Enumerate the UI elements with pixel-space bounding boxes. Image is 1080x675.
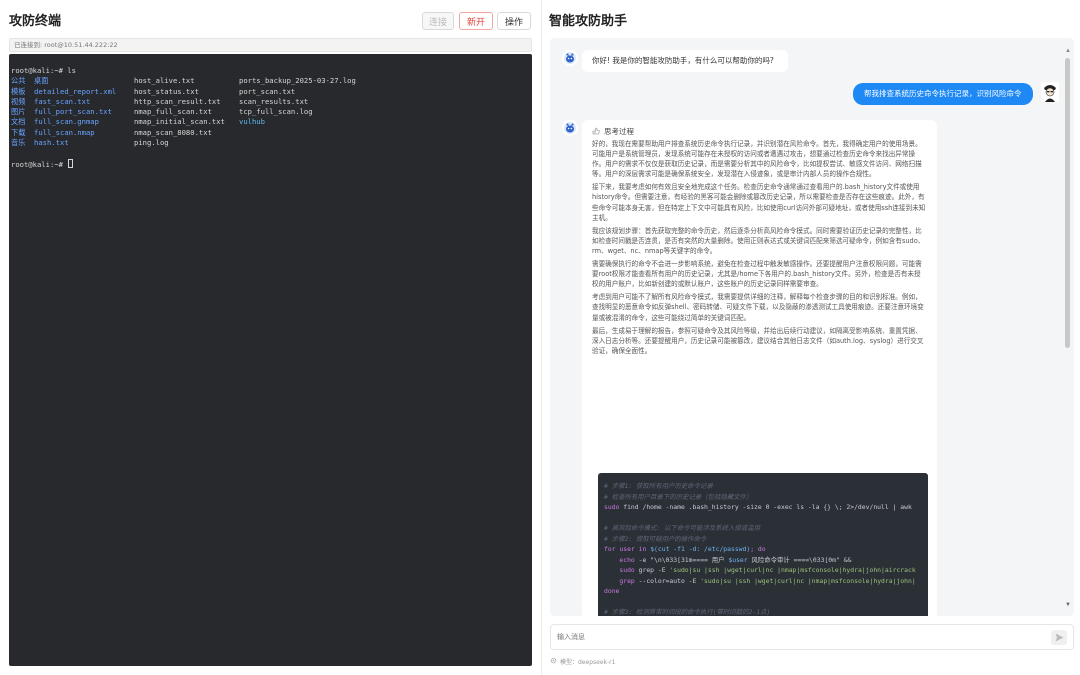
code-line: # 高风险命令模式: 以下命令可能涉及系统入侵或滥用 bbox=[604, 524, 760, 532]
ls-output-row: 模板 detailed_report.xml host_status.txt por… bbox=[11, 87, 532, 97]
scroll-thumb[interactable] bbox=[1065, 58, 1070, 348]
new-session-button[interactable]: 新开 bbox=[459, 12, 493, 30]
ls-entry: 公共 桌面 bbox=[11, 76, 49, 86]
ls-entry: 音乐 hash.txt bbox=[11, 138, 69, 148]
ls-output-row: 公共 桌面 host_alive.txt ports_backup_2025-03-… bbox=[11, 76, 532, 86]
chat-history[interactable]: ▲ ▼ 你好! 我是你的智能攻防助手，有什么可以帮助你的吗? 帮我排查系统历史命… bbox=[550, 38, 1074, 616]
code-line: # 步骤1: 获取所有用户历史命令记录 bbox=[604, 482, 713, 490]
thinking-paragraph: 接下来，我要考虑如何有效且安全地完成这个任务。检查历史命令通常通过查看用户的.b… bbox=[592, 183, 926, 222]
send-icon bbox=[1055, 633, 1063, 642]
ls-entry: port_scan.txt bbox=[239, 86, 296, 96]
bot-avatar-icon bbox=[562, 50, 578, 66]
ls-output: 公共 桌面 host_alive.txt ports_backup_2025-03-… bbox=[11, 76, 532, 148]
code-line: # 检查所有用户目录下的历史记录（包括隐藏文件） bbox=[604, 492, 753, 501]
ls-entry: ping.log bbox=[134, 138, 169, 148]
thinking-paragraph: 最后，生成易于理解的报告，参照可疑命令及其风险等级，并给出后续行动建议，如隔离受… bbox=[592, 326, 924, 355]
thinking-icon bbox=[592, 127, 600, 137]
terminal-current-prompt: root@kali:~# bbox=[11, 158, 532, 169]
panel-title: 攻防终端 bbox=[9, 13, 62, 28]
bot-avatar-icon bbox=[562, 120, 578, 136]
message-input-area[interactable] bbox=[550, 624, 1074, 650]
ls-entry: host_status.txt bbox=[134, 86, 199, 96]
code-line: # 步骤2: 提取可疑用户的操作命令 bbox=[604, 534, 707, 543]
ls-entry: ports_backup_2025-03-27.log bbox=[239, 76, 356, 86]
code-line: grep --color=auto -E 'sudo|su |ssh |wget… bbox=[619, 576, 916, 585]
thinking-paragraph: 需要确保执行的命令不会进一步影响系统，避免在检查过程中触发敏感操作。还要提醒用户… bbox=[592, 260, 922, 289]
ls-entry: 模板 detailed_report.xml bbox=[11, 86, 117, 96]
ls-entry: host_alive.txt bbox=[134, 76, 195, 86]
thinking-content: 好的，我现在需要帮助用户排查系统历史命令执行记录，并识别潜在风险命令。首先，我得… bbox=[592, 139, 927, 356]
ls-entry: nmap_scan_8080.txt bbox=[134, 127, 212, 137]
model-label: 模型：deepseek-r1 bbox=[560, 659, 616, 666]
code-line: for user in $(cut -f1 -d: /etc/passwd); … bbox=[604, 545, 766, 553]
code-line: sudo grep -E 'sudo|su |ssh |wget|curl|nc… bbox=[619, 566, 916, 574]
connect-button[interactable]: 连接 bbox=[422, 12, 454, 30]
code-block[interactable]: # 步骤1: 获取所有用户历史命令记录 # 检查所有用户目录下的历史记录（包括隐藏… bbox=[598, 473, 928, 616]
thinking-label: 思考过程 bbox=[604, 127, 634, 136]
scroll-down-icon[interactable]: ▼ bbox=[1065, 602, 1071, 608]
ls-entry: tcp_full_scan.log bbox=[239, 107, 313, 117]
code-line: done bbox=[604, 587, 620, 595]
send-button[interactable] bbox=[1051, 630, 1067, 645]
code-line: sudo find /home -name .bash_history -siz… bbox=[604, 503, 912, 511]
panel-title: 智能攻防助手 bbox=[549, 13, 628, 28]
assistant-panel: 智能攻防助手 ▲ ▼ 你好! 我是你的智能攻防助手，有什么可以帮助你的吗? 帮我… bbox=[542, 0, 1080, 675]
bot-reply-message: 思考过程 好的，我现在需要帮助用户排查系统历史命令执行记录，并识别潜在风险命令。… bbox=[582, 120, 937, 616]
ls-output-row: 文档 full_scan.gnmap nmap_initial_scan.txt v… bbox=[11, 117, 532, 127]
terminal-screen[interactable]: root@kali:~# ls 公共 桌面 host_alive.txt ports… bbox=[9, 54, 532, 666]
user-message: 帮我排查系统历史命令执行记录，识别风险命令 bbox=[853, 83, 1033, 105]
ls-entry: 图片 full_port_scan.txt bbox=[11, 107, 112, 117]
ls-entry: 下载 full_scan.nmap bbox=[11, 127, 95, 137]
ls-entry: nmap_full_scan.txt bbox=[134, 107, 212, 117]
user-avatar-icon bbox=[1041, 82, 1059, 102]
ls-entry: scan_results.txt bbox=[239, 96, 309, 106]
ls-output-row: 图片 full_port_scan.txt nmap_full_scan.txt t… bbox=[11, 107, 532, 117]
ls-output-row: 音乐 hash.txt ping.log bbox=[11, 138, 532, 148]
chat-scrollbar[interactable]: ▲ ▼ bbox=[1065, 48, 1071, 608]
ls-entry: 视频 fast_scan.txt bbox=[11, 96, 91, 106]
ls-entry: http_scan_result.txt bbox=[134, 96, 221, 106]
connection-status: 已连接到: root@10.51.44.222:22 bbox=[9, 38, 532, 52]
scroll-up-icon[interactable]: ▲ bbox=[1065, 48, 1071, 54]
code-line: # 步骤3: 检测异常时间段的命令执行(带时间戳的2-1点) bbox=[604, 608, 771, 616]
operations-button[interactable]: 操作 bbox=[497, 12, 531, 30]
terminal-prompt: root@kali:~# ls bbox=[11, 66, 76, 75]
terminal-panel: 攻防终端 连接 新开 操作 已连接到: root@10.51.44.222:22… bbox=[0, 0, 541, 675]
code-line: echo -e "\n\033[31m==== 用户 $user 风险命令审计 … bbox=[619, 555, 852, 564]
ls-entry: nmap_initial_scan.txt bbox=[134, 117, 225, 127]
thinking-paragraph: 考虑到用户可能不了解所有风险命令模式，我需要提供详细的注释，解释每个检查步骤的目… bbox=[592, 293, 924, 322]
thinking-header[interactable]: 思考过程 bbox=[592, 126, 927, 137]
thinking-paragraph: 好的，我现在需要帮助用户排查系统历史命令执行记录，并识别潜在风险命令。首先，我得… bbox=[592, 140, 922, 179]
thinking-paragraph: 我应该规划步骤：首先获取完整的命令历史，然后逐条分析高风险命令模式。同时需要验证… bbox=[592, 226, 925, 255]
message-input[interactable] bbox=[557, 630, 1037, 644]
ls-entry: vulhub bbox=[239, 117, 265, 127]
ls-output-row: 下载 full_scan.nmap nmap_scan_8080.txt bbox=[11, 128, 532, 138]
model-indicator[interactable]: 模型：deepseek-r1 bbox=[550, 657, 615, 666]
ls-output-row: 视频 fast_scan.txt http_scan_result.txt scan… bbox=[11, 97, 532, 107]
gear-icon bbox=[550, 657, 557, 666]
bot-greeting-message: 你好! 我是你的智能攻防助手，有什么可以帮助你的吗? bbox=[582, 50, 788, 72]
cursor-icon bbox=[68, 158, 74, 168]
ls-entry: 文档 full_scan.gnmap bbox=[11, 117, 99, 127]
